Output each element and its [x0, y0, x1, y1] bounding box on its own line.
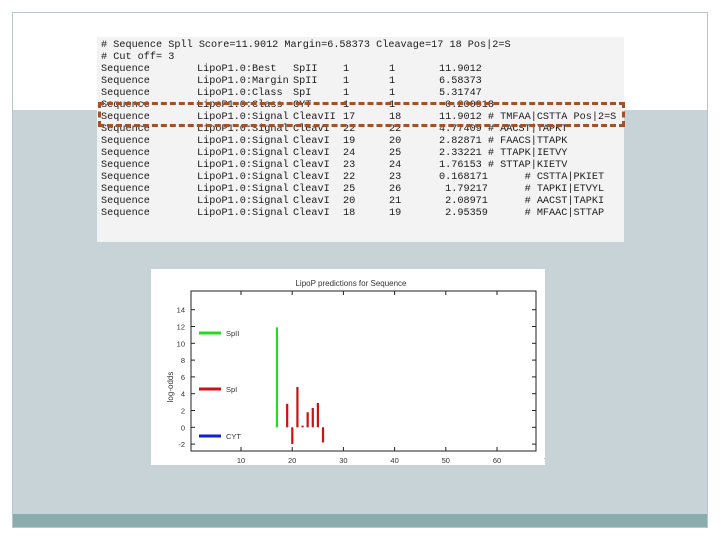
listing-cell: Sequence [101, 160, 150, 171]
highlight-box [98, 102, 625, 127]
listing-cell: Sequence [101, 208, 150, 219]
listing-cell: SpII [293, 64, 318, 75]
listing-cell: LipoP1.0:Signal [197, 208, 289, 219]
listing-cell: 2.95359 # MFAAC|STTAP [439, 208, 605, 219]
listing-header-line: # Cut off= 3 [101, 52, 175, 63]
listing-cell: 23 [389, 172, 402, 183]
listing-cell: LipoP1.0:Signal [197, 136, 289, 147]
listing-cell: 11.9012 [439, 64, 482, 75]
listing-cell: CleavI [293, 208, 330, 219]
listing-cell: 1 [343, 64, 350, 75]
listing-cell: 1.79217 # TAPKI|ETVYL [439, 184, 605, 195]
listing-cell: 20 [343, 196, 356, 207]
y-tick-label: 2 [181, 407, 185, 416]
chart-svg: LipoP predictions for Sequence log-odds … [166, 279, 552, 465]
x-tick-label: 30 [339, 456, 347, 465]
listing-cell: 1.76153 # STTAP|KIETV [439, 160, 568, 171]
listing-cell: 23 [343, 160, 356, 171]
bar-spi [306, 412, 309, 428]
y-axis-label: log-odds [166, 372, 175, 403]
chart-title: LipoP predictions for Sequence [295, 279, 407, 288]
listing-cell: CleavI [293, 196, 330, 207]
x-tick-label: 10 [237, 456, 245, 465]
listing-cell: 0.168171 # CSTTA|PKIET [439, 172, 605, 183]
listing-cell: CleavI [293, 160, 330, 171]
listing-cell: Sequence [101, 172, 150, 183]
y-tick-label: 4 [181, 390, 185, 399]
legend-label: CYT [226, 432, 241, 441]
listing-cell: 26 [389, 184, 402, 195]
x-tick-label: 70 [544, 456, 545, 465]
x-tick-label: 20 [288, 456, 296, 465]
slide: # Sequence Spll Score=11.9012 Margin=6.5… [12, 12, 708, 528]
footer-bar [13, 514, 707, 527]
listing-cell: 1 [389, 88, 396, 99]
listing-cell: LipoP1.0:Signal [197, 160, 289, 171]
x-tick-label: 50 [442, 456, 450, 465]
listing-cell: LipoP1.0:Signal [197, 172, 289, 183]
y-tick-label: 12 [177, 323, 185, 332]
listing-cell: LipoP1.0:Margin [197, 76, 289, 87]
y-tick-label: 10 [177, 339, 185, 348]
listing-cell: CleavI [293, 184, 330, 195]
listing-cell: LipoP1.0:Signal [197, 148, 289, 159]
y-tick-label: 14 [177, 306, 185, 315]
listing-cell: 2.33221 # TTAPK|IETVY [439, 148, 568, 159]
listing-cell: 1 [389, 64, 396, 75]
plot-frame [190, 290, 537, 452]
listing-cell: 18 [343, 208, 356, 219]
listing-cell: 24 [343, 148, 356, 159]
listing-cell: SpII [293, 76, 318, 87]
listing-cell: CleavI [293, 136, 330, 147]
y-tick-label: 8 [181, 356, 185, 365]
bar-spi [296, 386, 299, 428]
bar-spi [286, 403, 289, 428]
x-tick-label: 60 [493, 456, 501, 465]
x-tick-label: 40 [390, 456, 398, 465]
listing-cell: LipoP1.0:Signal [197, 196, 289, 207]
listing-cell: Sequence [101, 76, 150, 87]
bar-spi [316, 402, 319, 428]
bar-spi [311, 407, 314, 428]
lipop-output-listing: # Sequence Spll Score=11.9012 Margin=6.5… [97, 37, 624, 242]
listing-cell: CleavI [293, 172, 330, 183]
y-tick-label: -2 [178, 440, 185, 449]
bar-spii [275, 327, 279, 428]
legend-label: SpII [226, 329, 239, 338]
listing-cell: 2.08971 # AACST|TAPKI [439, 196, 605, 207]
listing-cell: LipoP1.0:Class [197, 88, 283, 99]
y-tick-label: 0 [181, 423, 185, 432]
lipop-prediction-plot: LipoP predictions for Sequence log-odds … [151, 269, 552, 465]
listing-cell: 19 [343, 136, 356, 147]
listing-header-line: # Sequence Spll Score=11.9012 Margin=6.5… [101, 40, 511, 51]
listing-cell: 1 [343, 88, 350, 99]
listing-cell: 24 [389, 160, 402, 171]
listing-cell: 22 [343, 172, 356, 183]
listing-cell: Sequence [101, 196, 150, 207]
listing-cell: Sequence [101, 184, 150, 195]
listing-cell: 1 [343, 76, 350, 87]
listing-cell: LipoP1.0:Signal [197, 184, 289, 195]
bar-spi [301, 425, 304, 428]
listing-cell: 19 [389, 208, 402, 219]
listing-cell: LipoP1.0:Best [197, 64, 277, 75]
listing-cell: Sequence [101, 64, 150, 75]
listing-cell: Sequence [101, 136, 150, 147]
listing-cell: 1 [389, 76, 396, 87]
legend-label: SpI [226, 385, 237, 394]
listing-cell: 20 [389, 136, 402, 147]
listing-cell: 5.31747 [439, 88, 482, 99]
y-tick-label: 6 [181, 373, 185, 382]
bar-spi [291, 427, 294, 445]
listing-cell: SpI [293, 88, 312, 99]
listing-cell: 2.82871 # FAACS|TTAPK [439, 136, 568, 147]
listing-cell: CleavI [293, 148, 330, 159]
listing-cell: 25 [343, 184, 356, 195]
listing-cell: Sequence [101, 88, 150, 99]
listing-cell: 25 [389, 148, 402, 159]
listing-cell: 6.58373 [439, 76, 482, 87]
bar-spi [321, 427, 325, 443]
listing-cell: Sequence [101, 148, 150, 159]
listing-cell: 21 [389, 196, 402, 207]
